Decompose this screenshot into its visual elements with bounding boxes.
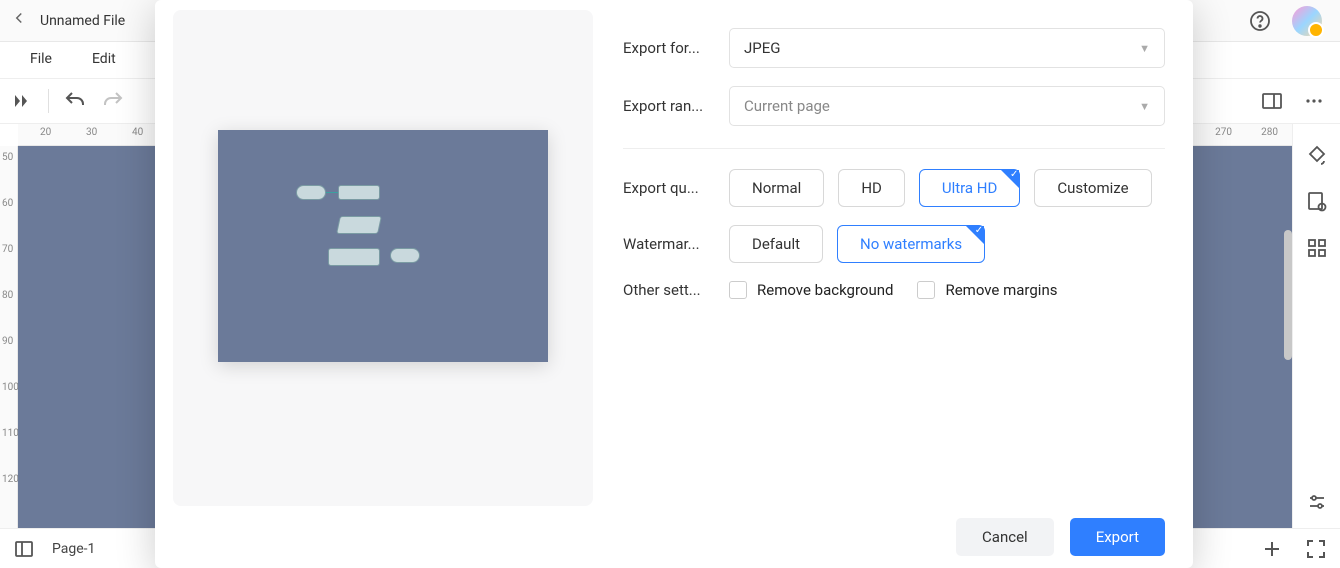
settings-filter-icon[interactable] xyxy=(1305,490,1329,514)
panel-icon[interactable] xyxy=(1260,89,1284,113)
label-other: Other sett... xyxy=(623,281,715,299)
undo-icon[interactable] xyxy=(63,89,87,113)
quality-hd[interactable]: HD xyxy=(838,169,905,207)
format-select[interactable]: JPEG ▼ xyxy=(729,28,1165,68)
more-icon[interactable] xyxy=(1302,89,1326,113)
menu-edit[interactable]: Edit xyxy=(92,51,116,67)
export-dialog: Export for... JPEG ▼ Export ran... Curre… xyxy=(155,0,1193,568)
page-settings-icon[interactable] xyxy=(1305,190,1329,214)
expand-sidebar-icon[interactable] xyxy=(10,89,34,113)
export-button[interactable]: Export xyxy=(1070,518,1165,556)
quality-customize[interactable]: Customize xyxy=(1034,169,1151,207)
menu-file[interactable]: File xyxy=(30,51,52,67)
fullscreen-icon[interactable] xyxy=(1304,537,1328,561)
remove-margins-checkbox[interactable]: Remove margins xyxy=(917,281,1057,299)
pages-icon[interactable] xyxy=(12,537,36,561)
cancel-button[interactable]: Cancel xyxy=(956,518,1054,556)
ruler-vertical: 50 60 70 80 90 100 110 120 xyxy=(0,146,18,528)
fill-icon[interactable] xyxy=(1305,144,1329,168)
quality-ultra-hd[interactable]: Ultra HD xyxy=(919,169,1021,207)
watermark-default[interactable]: Default xyxy=(729,225,823,263)
back-button[interactable] xyxy=(10,9,28,32)
avatar[interactable] xyxy=(1292,6,1322,36)
grid-icon[interactable] xyxy=(1305,236,1329,260)
help-icon[interactable] xyxy=(1248,9,1272,33)
preview-thumbnail xyxy=(218,130,548,362)
file-title: Unnamed File xyxy=(40,13,125,29)
caret-down-icon: ▼ xyxy=(1139,100,1150,113)
label-range: Export ran... xyxy=(623,97,715,115)
redo-icon[interactable] xyxy=(101,89,125,113)
quality-normal[interactable]: Normal xyxy=(729,169,824,207)
range-select[interactable]: Current page ▼ xyxy=(729,86,1165,126)
label-format: Export for... xyxy=(623,39,715,57)
watermark-none[interactable]: No watermarks xyxy=(837,225,985,263)
caret-down-icon: ▼ xyxy=(1139,42,1150,55)
label-quality: Export qu... xyxy=(623,179,715,197)
remove-background-checkbox[interactable]: Remove background xyxy=(729,281,893,299)
label-watermark: Watermar... xyxy=(623,235,715,253)
page-label[interactable]: Page-1 xyxy=(52,541,95,557)
scrollbar-vertical[interactable] xyxy=(1284,230,1292,360)
add-page-icon[interactable] xyxy=(1260,537,1284,561)
preview-pane xyxy=(173,10,593,506)
